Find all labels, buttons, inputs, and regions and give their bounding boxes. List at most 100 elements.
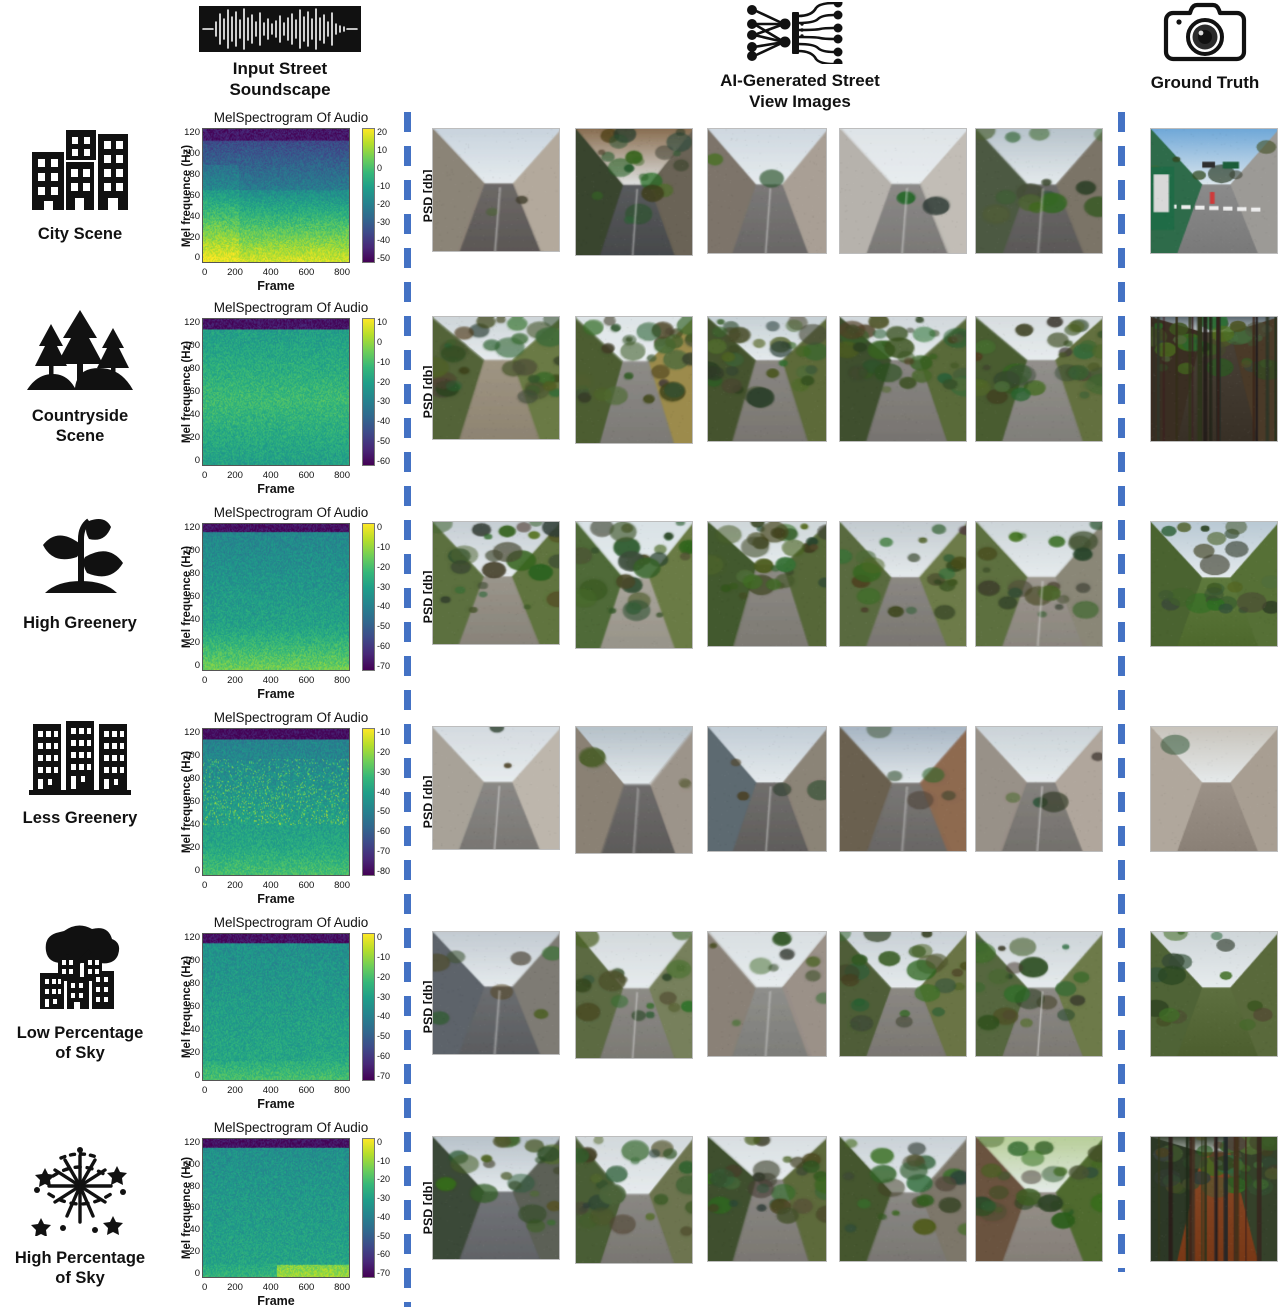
figure-row-less-greenery: Less Greenery MelSpectrogram Of Audio Mel … [0,710,1280,915]
ground-truth-city-crosswalk[interactable] [1150,128,1278,254]
x-tick: 0 [202,1282,208,1293]
y-tick: 80 [189,978,200,990]
y-tick: 80 [189,773,200,785]
x-tick: 600 [298,1282,315,1293]
spectrogram-title: MelSpectrogram Of Audio [213,710,369,725]
spectrogram-plot-area [202,933,350,1081]
generated-urban-4[interactable] [839,726,967,852]
spectrogram-x-axis-label: Frame [257,687,295,701]
x-tick: 0 [202,470,208,481]
generated-greenery-5[interactable] [975,521,1103,647]
colorbar-tick: -50 [377,253,391,263]
spectrogram-colorbar: 0 -10 -20 -30 -40 -50 -60 -70 PSD [db] [362,1138,435,1278]
colorbar-tick: -20 [377,376,391,387]
generated-greenery-2[interactable] [575,521,693,649]
y-tick: 20 [189,1047,200,1059]
y-tick: 60 [189,796,200,808]
colorbar-tick: -10 [377,727,391,737]
generated-countryside-4[interactable] [839,316,967,442]
colorbar-ticks: -10 -20 -30 -40 -50 -60 -70 -80 [377,728,390,876]
generated-countryside-1[interactable] [432,316,560,440]
x-tick: 200 [227,675,243,686]
colorbar-tick: -20 [377,199,391,209]
ground-truth-forest-path[interactable] [1150,316,1278,442]
generated-highsky-3[interactable] [707,1136,827,1262]
colorbar-tick: 0 [377,522,383,532]
y-tick: 20 [189,1245,200,1257]
generated-highsky-5[interactable] [975,1136,1103,1262]
generated-highsky-2[interactable] [575,1136,693,1264]
spectrogram-panel-countryside-scene: MelSpectrogram Of Audio Mel frequence (Hz… [162,300,435,496]
colorbar-gradient [362,728,375,876]
x-tick: 800 [334,267,350,278]
generated-urban-1[interactable] [432,726,560,850]
colorbar-tick: -10 [377,541,391,552]
colorbar-tick: -60 [377,1249,391,1260]
y-tick: 20 [189,432,200,444]
ground-truth-park-lawn[interactable] [1150,521,1278,647]
generated-countryside-2[interactable] [575,316,693,444]
generated-countryside-5[interactable] [975,316,1103,442]
x-tick: 400 [262,880,279,891]
colorbar-tick: 20 [377,127,388,137]
generated-highsky-4[interactable] [839,1136,967,1262]
colorbar-tick: -10 [377,356,391,367]
colorbar-tick: -70 [377,1070,391,1081]
ground-truth-cell [1150,316,1278,442]
category-label: High Percentage of Sky [14,1249,146,1287]
colorbar-tick: -30 [377,1193,391,1204]
spectrogram-title: MelSpectrogram Of Audio [213,1120,369,1135]
sprout-plant-icon [0,513,160,606]
colorbar-tick: -30 [377,581,391,592]
x-tick: 0 [202,1085,208,1096]
generated-urban-2[interactable] [575,726,693,854]
y-tick: 80 [189,363,200,375]
y-tick: 0 [194,455,200,467]
spectrogram-x-axis-label: Frame [257,482,295,496]
y-tick: 100 [184,147,200,159]
colorbar-tick: -30 [377,991,391,1002]
category-label: Less Greenery [22,809,138,827]
x-tick: 400 [262,675,279,686]
category-cell-countryside-scene: Countryside Scene [0,308,160,447]
ground-truth-narrow-alley[interactable] [1150,726,1278,852]
spectrogram-colorbar: 0 -10 -20 -30 -40 -50 -60 -70 PSD [db] [362,523,435,671]
generated-lowsky-3[interactable] [707,931,827,1057]
figure-row-high-percentage-sky: High Percentage of Sky MelSpectrogram Of … [0,1120,1280,1307]
spectrogram-colorbar: 0 -10 -20 -30 -40 -50 -60 -70 PSD [db] [362,933,435,1081]
figure-row-high-greenery: High Greenery MelSpectrogram Of Audio Mel … [0,505,1280,710]
neural-network-icon [747,2,843,64]
camera-icon [1163,2,1247,62]
spectrogram-colorbar: 20 10 0 -10 -20 -30 -40 -50 PSD [db] [362,128,435,263]
generated-city-street-1[interactable] [432,128,560,252]
generated-greenery-4[interactable] [839,521,967,647]
y-tick: 100 [184,545,200,557]
generated-lowsky-2[interactable] [575,931,693,1059]
colorbar-tick: 0 [377,336,383,347]
ground-truth-overcast-field[interactable] [1150,931,1278,1057]
generated-lowsky-1[interactable] [432,931,560,1055]
generated-highsky-1[interactable] [432,1136,560,1260]
colorbar-tick: -70 [377,660,391,671]
generated-city-street-5[interactable] [975,128,1103,254]
ground-truth-cell [1150,128,1278,254]
generated-lowsky-5[interactable] [975,931,1103,1057]
y-tick: 80 [189,168,200,180]
x-tick: 800 [334,470,350,481]
category-cell-high-percentage-sky: High Percentage of Sky [0,1140,160,1289]
generated-greenery-3[interactable] [707,521,827,647]
generated-urban-3[interactable] [707,726,827,852]
spectrogram-x-axis-label: Frame [257,892,295,906]
ground-truth-bamboo-forest[interactable] [1150,1136,1278,1262]
header-ground-truth: Ground Truth [1130,2,1280,93]
y-tick: 120 [184,522,200,533]
generated-city-street-2[interactable] [575,128,693,256]
spectrogram-x-ticks: 0 200 400 600 800 [202,468,350,481]
generated-countryside-3[interactable] [707,316,827,442]
y-tick: 0 [194,1267,200,1279]
generated-lowsky-4[interactable] [839,931,967,1057]
generated-city-street-3[interactable] [707,128,827,254]
generated-greenery-1[interactable] [432,521,560,645]
generated-city-street-4[interactable] [839,128,967,254]
generated-urban-5[interactable] [975,726,1103,852]
